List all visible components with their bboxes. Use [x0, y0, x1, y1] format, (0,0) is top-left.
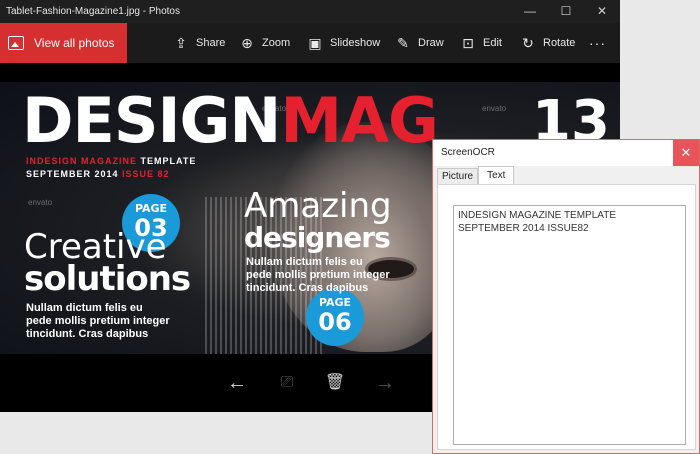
- draw-label: Draw: [418, 37, 444, 49]
- close-button[interactable]: ✕: [584, 0, 620, 23]
- ocr-close-button[interactable]: ✕: [673, 140, 699, 166]
- slideshow-label: Slideshow: [330, 37, 381, 49]
- subtitle-red: INDESIGN MAGAZINE: [26, 156, 138, 166]
- subtitle-line-2: SEPTEMBER 2014 ISSUE 82: [26, 169, 170, 179]
- share-button[interactable]: ⇪ Share: [172, 23, 225, 63]
- date-text: SEPTEMBER 2014: [26, 169, 123, 179]
- zoom-icon: ⊕: [241, 34, 253, 51]
- window-title: Tablet-Fashion-Magazine1.jpg - Photos: [6, 6, 180, 17]
- share-icon: ⇪: [175, 34, 187, 51]
- view-all-label: View all photos: [34, 36, 115, 50]
- ocr-title-bar: ScreenOCR ✕: [433, 140, 699, 166]
- body-text-left: Nullam dictum felis eu pede mollis preti…: [26, 302, 170, 340]
- zoom-label: Zoom: [262, 37, 291, 49]
- headline-solutions: solutions: [24, 259, 191, 299]
- watermark: envato: [482, 104, 507, 113]
- rotate-icon: ↻: [522, 34, 534, 51]
- badge-number: 06: [318, 308, 352, 336]
- view-all-photos-button[interactable]: View all photos: [0, 23, 127, 63]
- delete-icon[interactable]: 🗑: [320, 368, 350, 398]
- masthead-white: DESIGN: [22, 84, 281, 157]
- window-controls: — ☐ ✕: [512, 0, 620, 23]
- text-tab-pane: INDESIGN MAGAZINE TEMPLATE SEPTEMBER 201…: [437, 184, 696, 450]
- edit-label: Edit: [483, 37, 502, 49]
- badge-label: PAGE: [134, 202, 168, 215]
- edit-image-icon: ⊡: [462, 34, 474, 51]
- minimize-button[interactable]: —: [512, 0, 548, 23]
- tab-text[interactable]: Text: [478, 166, 515, 184]
- body-text-right: Nullam dictum felis eu pede mollis preti…: [246, 256, 390, 294]
- forward-arrow-icon[interactable]: →: [370, 368, 400, 398]
- zoom-button[interactable]: ⊕ Zoom: [238, 23, 290, 63]
- maximize-button[interactable]: ☐: [548, 0, 584, 23]
- slideshow-button[interactable]: ▣ Slideshow: [306, 23, 380, 63]
- draw-button[interactable]: ✎ Draw: [394, 23, 444, 63]
- edit-button[interactable]: ⊡ Edit: [459, 23, 502, 63]
- pen-icon: ✎: [397, 34, 409, 51]
- rotate-button[interactable]: ↻ Rotate: [519, 23, 575, 63]
- watermark: envato: [28, 198, 53, 207]
- screenocr-window: ScreenOCR ✕ Picture Text INDESIGN MAGAZI…: [432, 139, 700, 454]
- toolbar: View all photos ⇪ Share ⊕ Zoom ▣ Slidesh…: [0, 23, 620, 63]
- watermark: envato: [262, 104, 287, 113]
- photo-icon: [8, 36, 24, 50]
- tab-picture[interactable]: Picture: [437, 168, 479, 184]
- present-icon[interactable]: ⎚: [272, 368, 302, 398]
- ocr-tabs: Picture Text: [437, 166, 515, 184]
- page-badge-06: PAGE 06: [306, 288, 364, 346]
- ocr-result-textbox[interactable]: INDESIGN MAGAZINE TEMPLATE SEPTEMBER 201…: [453, 205, 686, 445]
- issue-text: ISSUE 82: [122, 169, 170, 179]
- back-arrow-icon[interactable]: ←: [222, 368, 252, 398]
- more-options-button[interactable]: ···: [589, 23, 606, 63]
- subtitle-line-1: INDESIGN MAGAZINE TEMPLATE: [26, 156, 196, 166]
- masthead-red: MAG: [280, 84, 439, 157]
- ocr-window-title: ScreenOCR: [441, 147, 495, 158]
- headline-designers: designers: [244, 221, 391, 254]
- subtitle-white: TEMPLATE: [137, 156, 197, 166]
- masthead: DESIGNMAG: [22, 84, 439, 157]
- rotate-label: Rotate: [543, 37, 576, 49]
- title-bar: Tablet-Fashion-Magazine1.jpg - Photos — …: [0, 0, 620, 23]
- share-label: Share: [196, 37, 226, 49]
- slideshow-icon: ▣: [308, 34, 322, 51]
- headline-amazing: Amazing: [244, 186, 392, 226]
